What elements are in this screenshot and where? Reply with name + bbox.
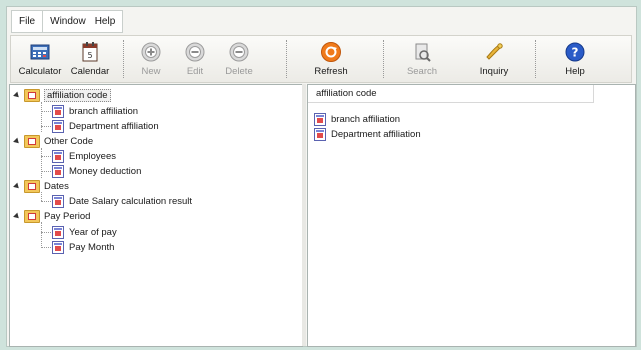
tree-connector (41, 126, 51, 127)
tree-connector (41, 171, 51, 172)
tree-leaf-branch-affiliation[interactable]: branch affiliation (52, 104, 138, 118)
inquiry-label: Inquiry (479, 66, 509, 77)
new-button[interactable]: New (131, 36, 171, 82)
folder-icon (24, 179, 40, 193)
tree-leaf-employees[interactable]: Employees (52, 149, 116, 163)
svg-text:5: 5 (87, 51, 92, 60)
list-item-label: Department affiliation (331, 128, 421, 140)
calendar-label: Calendar (70, 66, 110, 77)
edit-icon (185, 42, 205, 62)
toolbar-separator (535, 40, 536, 78)
calendar-button[interactable]: 5 Calendar (67, 36, 113, 82)
tree-connector (41, 201, 51, 202)
list-item-label: branch affiliation (331, 113, 401, 125)
calculator-label: Calculator (18, 66, 62, 77)
delete-button[interactable]: Delete (219, 36, 259, 82)
list-pane[interactable]: affiliation code branch affiliation Depa… (307, 84, 636, 347)
expand-arrow-icon[interactable] (13, 137, 21, 145)
document-icon (52, 164, 64, 178)
calendar-icon: 5 (82, 42, 98, 62)
tree-connector (41, 148, 42, 178)
list-item[interactable]: Department affiliation (314, 127, 421, 141)
inquiry-button[interactable]: Inquiry (471, 36, 517, 82)
edit-button[interactable]: Edit (175, 36, 215, 82)
expand-arrow-icon[interactable] (13, 91, 21, 99)
tree-leaf-label: Money deduction (69, 165, 142, 177)
tree-connector (41, 102, 42, 132)
column-header[interactable]: affiliation code (308, 85, 594, 103)
tree-leaf-label: Year of pay (69, 226, 117, 238)
tree-leaf-date-salary-calculation-result[interactable]: Date Salary calculation result (52, 194, 192, 208)
expand-arrow-icon[interactable] (13, 212, 21, 220)
folder-icon (24, 88, 40, 102)
tree-leaf-pay-month[interactable]: Pay Month (52, 240, 114, 254)
pane-splitter[interactable] (302, 84, 306, 346)
tree-node-label: Dates (44, 180, 69, 192)
tree-node-dates[interactable]: Dates (13, 179, 69, 193)
tree-connector (41, 111, 51, 112)
delete-icon (229, 42, 249, 62)
help-label: Help (565, 66, 585, 77)
document-icon (314, 112, 326, 126)
menu-bar: File Window Help (11, 10, 124, 33)
menu-window[interactable]: Window (43, 11, 93, 32)
delete-label: Delete (225, 66, 253, 77)
menu-help[interactable]: Help (93, 11, 123, 32)
document-icon (52, 104, 64, 118)
toolbar-separator (286, 40, 287, 78)
tree-leaf-label: Date Salary calculation result (69, 195, 193, 207)
tree-leaf-label: Pay Month (69, 241, 115, 253)
help-icon: ? (565, 42, 585, 62)
tree-leaf-year-of-pay[interactable]: Year of pay (52, 225, 117, 239)
document-icon (52, 119, 64, 133)
document-icon (52, 240, 64, 254)
tree-node-other-code[interactable]: Other Code (13, 134, 94, 148)
search-label: Search (406, 66, 438, 77)
tree-leaf-department-affiliation[interactable]: Department affiliation (52, 119, 159, 133)
tree-connector (41, 156, 51, 157)
menu-file[interactable]: File (12, 11, 42, 32)
folder-icon (24, 209, 40, 223)
refresh-button[interactable]: Refresh (307, 36, 355, 82)
document-icon (52, 149, 64, 163)
inquiry-icon (486, 43, 503, 60)
list-item[interactable]: branch affiliation (314, 112, 400, 126)
help-button[interactable]: ? Help (555, 36, 595, 82)
svg-text:?: ? (572, 46, 579, 60)
refresh-icon (321, 42, 341, 62)
tree-node-affiliation-code[interactable]: affiliation code (13, 88, 111, 102)
toolbar-separator (123, 40, 124, 78)
tree-node-label: Pay Period (44, 210, 91, 222)
folder-icon (24, 134, 40, 148)
calculator-button[interactable]: Calculator (17, 36, 63, 82)
tree-leaf-money-deduction[interactable]: Money deduction (52, 164, 141, 178)
expand-arrow-icon[interactable] (13, 182, 21, 190)
new-label: New (141, 66, 161, 77)
document-icon (52, 225, 64, 239)
edit-label: Edit (186, 66, 204, 77)
document-icon (314, 127, 326, 141)
search-button[interactable]: Search (399, 36, 445, 82)
tree-node-label: affiliation code (44, 88, 111, 102)
tree-leaf-label: branch affiliation (69, 105, 139, 117)
toolbar-separator (383, 40, 384, 78)
calculator-icon (30, 44, 50, 60)
tree-node-pay-period[interactable]: Pay Period (13, 209, 91, 223)
tree-leaf-label: Department affiliation (69, 120, 159, 132)
tree-leaf-label: Employees (69, 150, 116, 162)
tree-connector (41, 247, 51, 248)
tree-pane[interactable]: affiliation code branch affiliation Depa… (9, 84, 303, 347)
tree-connector (41, 222, 42, 248)
tree-connector (41, 192, 42, 201)
toolbar: Calculator 5 Calendar New Edit Delete Re… (10, 35, 632, 83)
document-icon (52, 194, 64, 208)
tree-connector (41, 232, 51, 233)
tree-node-label: Other Code (44, 135, 94, 147)
search-icon (415, 43, 431, 62)
add-icon (141, 42, 161, 62)
refresh-label: Refresh (314, 66, 348, 77)
